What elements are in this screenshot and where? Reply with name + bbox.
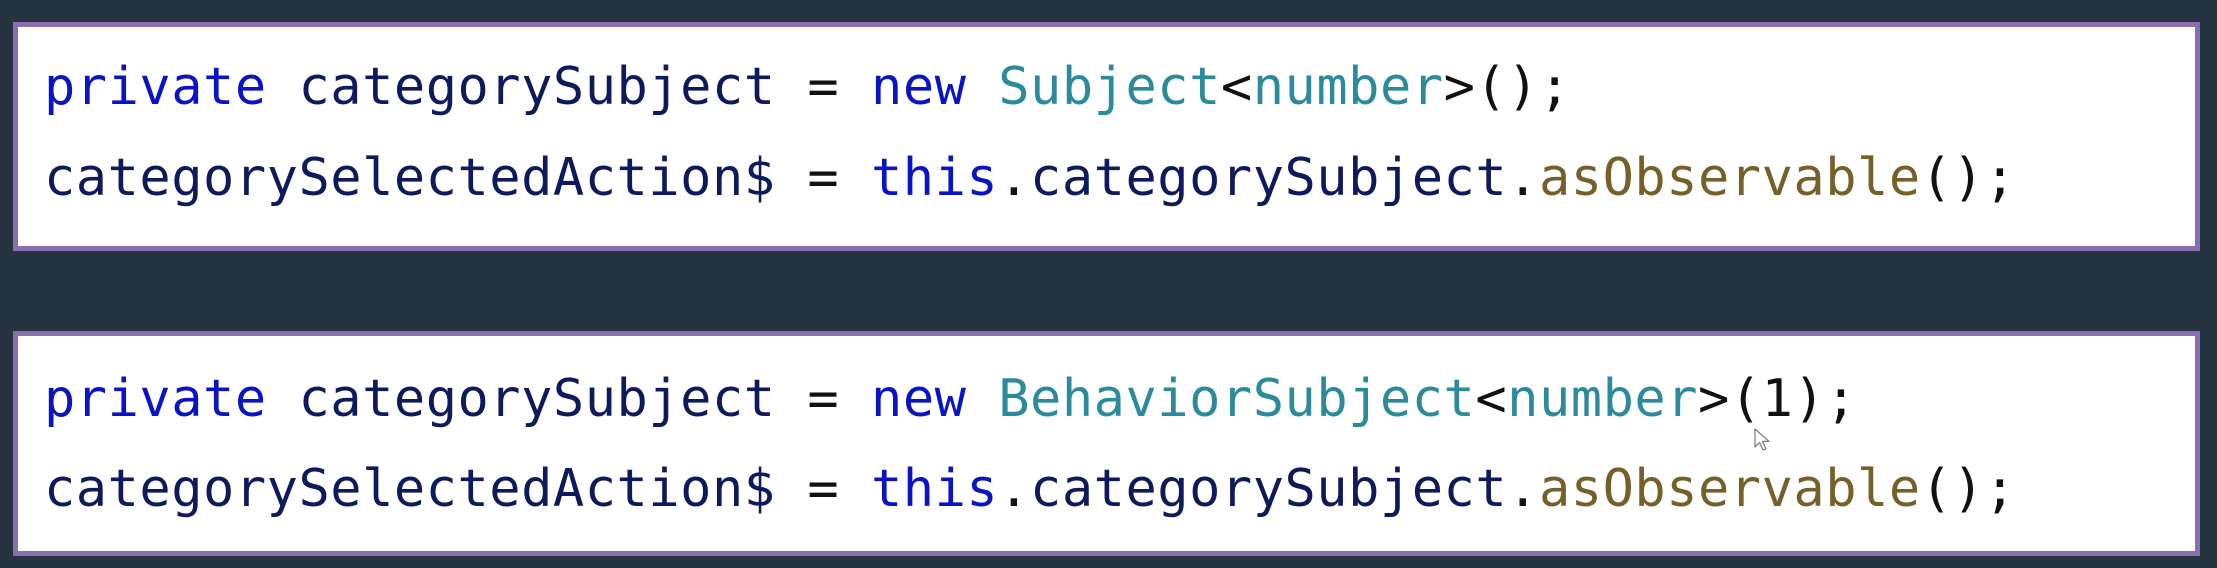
assign-operator: = bbox=[807, 148, 840, 208]
member-name: categorySubject bbox=[1030, 148, 1508, 208]
generic-type: number bbox=[1252, 57, 1444, 117]
keyword-private: private bbox=[44, 369, 267, 429]
generic-open: < bbox=[1220, 57, 1253, 117]
call-punctuation: (); bbox=[1920, 148, 2017, 208]
generic-open: < bbox=[1475, 369, 1508, 429]
type-name: Subject bbox=[998, 57, 1221, 117]
code-line-declaration: private categorySubject = new Subject<nu… bbox=[44, 57, 1571, 117]
field-name: categorySubject bbox=[298, 369, 776, 429]
member-dot: . bbox=[998, 459, 1031, 519]
mouse-pointer-icon bbox=[1754, 428, 1770, 451]
generic-close: > bbox=[1698, 369, 1730, 429]
call-punctuation: (); bbox=[1475, 57, 1571, 117]
field-name: categorySelectedAction$ bbox=[44, 459, 776, 519]
keyword-this: this bbox=[871, 148, 999, 208]
keyword-this: this bbox=[871, 459, 999, 519]
numeric-argument: 1 bbox=[1761, 369, 1794, 429]
assign-operator: = bbox=[807, 57, 840, 117]
field-name: categorySubject bbox=[298, 57, 776, 117]
member-dot: . bbox=[998, 148, 1031, 208]
member-dot: . bbox=[1507, 459, 1539, 519]
member-dot: . bbox=[1507, 148, 1539, 208]
code-line-observable: categorySelectedAction$ = this.categoryS… bbox=[44, 459, 2016, 519]
call-punctuation: ); bbox=[1793, 369, 1858, 429]
generic-close: > bbox=[1443, 57, 1476, 117]
code-line-declaration: private categorySubject = new BehaviorSu… bbox=[44, 369, 1857, 429]
assign-operator: = bbox=[807, 459, 840, 519]
generic-type: number bbox=[1507, 369, 1699, 429]
member-name: categorySubject bbox=[1030, 459, 1508, 519]
method-name: asObservable bbox=[1538, 459, 1921, 519]
type-name: BehaviorSubject bbox=[998, 369, 1476, 429]
code-snippet-behavior-subject: private categorySubject = new BehaviorSu… bbox=[13, 331, 2200, 556]
call-punctuation: (); bbox=[1920, 459, 2017, 519]
code-line-observable: categorySelectedAction$ = this.categoryS… bbox=[44, 148, 2016, 208]
keyword-new: new bbox=[871, 57, 967, 117]
keyword-new: new bbox=[871, 369, 967, 429]
field-name: categorySelectedAction$ bbox=[44, 148, 776, 208]
code-snippet-subject: private categorySubject = new Subject<nu… bbox=[13, 22, 2200, 251]
method-name: asObservable bbox=[1538, 148, 1921, 208]
assign-operator: = bbox=[807, 369, 840, 429]
paren-open: ( bbox=[1729, 369, 1762, 429]
keyword-private: private bbox=[44, 57, 267, 117]
